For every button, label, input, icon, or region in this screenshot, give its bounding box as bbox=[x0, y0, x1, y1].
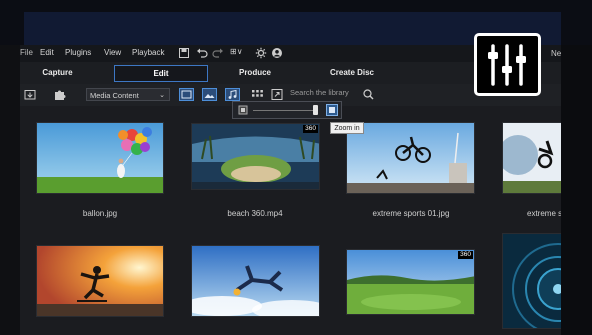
360-badge: 360 bbox=[458, 251, 473, 259]
undo-icon[interactable] bbox=[196, 47, 208, 59]
thumbnail-extreme-sports-01[interactable] bbox=[346, 122, 475, 194]
menu-playback[interactable]: Playback bbox=[132, 48, 164, 57]
zoom-readout[interactable]: ⊞∨ bbox=[230, 47, 243, 56]
search-icon[interactable] bbox=[361, 88, 376, 101]
caption-beach-360: beach 360.mp4 bbox=[227, 209, 283, 218]
360-badge: 360 bbox=[303, 125, 318, 133]
thumbnail-zoom-slider[interactable] bbox=[232, 101, 342, 119]
thumbnail-skydiving[interactable] bbox=[191, 245, 320, 317]
zoom-in-tooltip: Zoom in bbox=[330, 122, 364, 134]
zoom-out-icon[interactable] bbox=[238, 105, 248, 115]
thumbnail-ballon[interactable] bbox=[36, 122, 164, 194]
zoom-slider-track[interactable] bbox=[253, 110, 315, 111]
tab-capture[interactable]: Capture bbox=[35, 65, 80, 80]
thumbnail-beach-360[interactable]: 360 bbox=[191, 123, 320, 190]
field-360-image bbox=[347, 250, 474, 314]
settings-gear-icon[interactable] bbox=[255, 47, 267, 59]
tab-edit[interactable]: Edit bbox=[114, 65, 208, 82]
tab-create-disc[interactable]: Create Disc bbox=[320, 65, 384, 80]
thumbnail-audio-visual[interactable] bbox=[502, 233, 561, 329]
thumbnail-field-360[interactable]: 360 bbox=[346, 249, 475, 315]
video-filter-icon[interactable] bbox=[179, 88, 194, 101]
audio-visualizer-image bbox=[503, 234, 561, 328]
dropdown-value: Media Content bbox=[90, 91, 139, 100]
expand-view-icon[interactable] bbox=[270, 88, 285, 101]
redo-icon[interactable] bbox=[212, 47, 224, 59]
extreme-sports-image bbox=[347, 123, 474, 193]
balloon-image bbox=[37, 123, 163, 193]
tab-produce[interactable]: Produce bbox=[230, 65, 280, 80]
right-menu-label[interactable]: Ne bbox=[551, 49, 561, 58]
import-media-icon[interactable] bbox=[23, 88, 38, 101]
thumbnail-extreme-sports-02[interactable] bbox=[502, 122, 561, 194]
motocross-image bbox=[503, 123, 561, 193]
skateboard-sunset-image bbox=[37, 246, 163, 316]
grid-view-icon[interactable] bbox=[250, 88, 265, 101]
mixer-sliders-icon bbox=[488, 44, 526, 86]
beach-360-image bbox=[192, 124, 319, 189]
right-panel-edge: Ne bbox=[551, 45, 592, 335]
search-input[interactable]: Search the library bbox=[290, 88, 349, 97]
chevron-down-icon: ⌄ bbox=[159, 92, 165, 99]
image-filter-icon[interactable] bbox=[202, 88, 217, 101]
caption-extreme-sports-01: extreme sports 01.jpg bbox=[372, 209, 450, 218]
account-icon[interactable] bbox=[271, 47, 283, 59]
audio-filter-icon[interactable] bbox=[225, 88, 240, 101]
skydiving-image bbox=[192, 246, 319, 316]
media-content-dropdown[interactable]: Media Content ⌄ bbox=[86, 88, 170, 101]
menu-file[interactable]: File bbox=[20, 48, 33, 57]
caption-extreme-sports-02: extreme s bbox=[527, 209, 561, 218]
plugin-puzzle-icon[interactable] bbox=[52, 88, 67, 101]
menu-view[interactable]: View bbox=[104, 48, 121, 57]
save-icon[interactable] bbox=[178, 47, 190, 59]
audio-mixer-icon[interactable] bbox=[474, 33, 541, 96]
zoom-slider-handle[interactable] bbox=[313, 105, 318, 115]
thumbnail-skateboard[interactable] bbox=[36, 245, 164, 317]
caption-ballon: ballon.jpg bbox=[82, 209, 118, 218]
menu-edit[interactable]: Edit bbox=[40, 48, 54, 57]
menu-plugins[interactable]: Plugins bbox=[65, 48, 91, 57]
zoom-in-icon[interactable] bbox=[326, 104, 338, 116]
